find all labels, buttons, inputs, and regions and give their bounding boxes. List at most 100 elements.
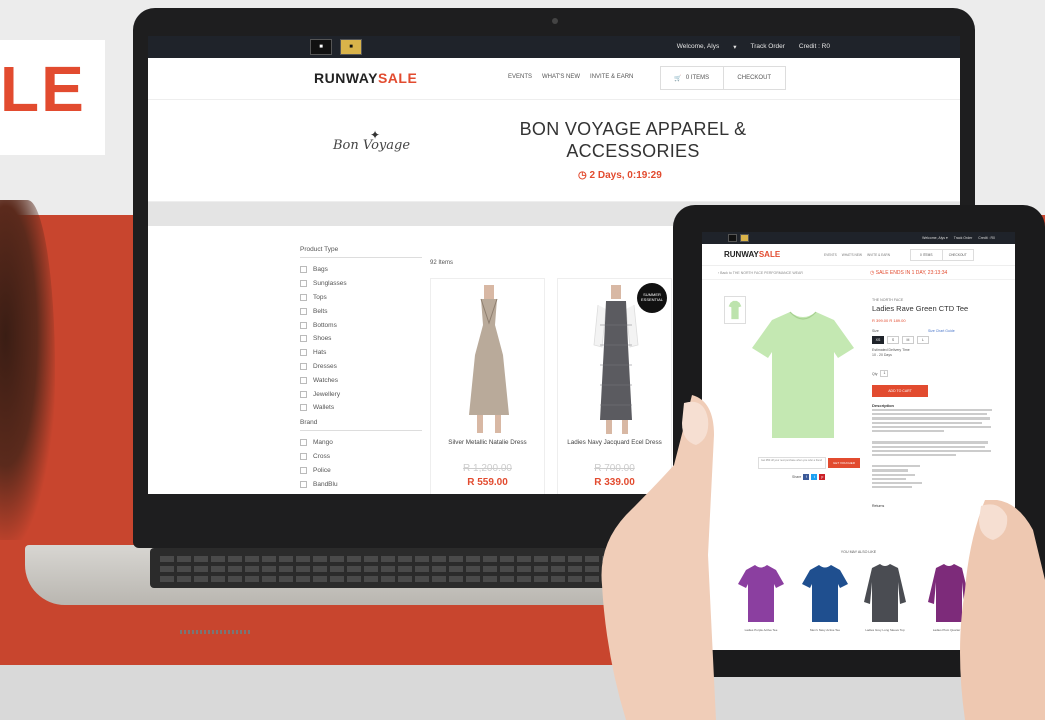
tablet-app-icon-1[interactable]: [728, 234, 737, 242]
checkbox[interactable]: [300, 321, 307, 329]
also-like-name[interactable]: Men's Navy Active Tee: [794, 628, 856, 632]
filter-panel: Product Type Bags Sunglasses Tops Belts Bott…: [300, 246, 422, 491]
product-type-label: Hats: [313, 349, 327, 357]
product-type-label: Sunglasses: [313, 280, 347, 288]
product-type-item[interactable]: Jewellery: [300, 387, 422, 401]
product-type-item[interactable]: Shoes: [300, 332, 422, 346]
tablet-checkout-button[interactable]: CHECKOUT: [943, 250, 974, 260]
also-like-name[interactable]: Ladies Purple Active Tee: [730, 628, 792, 632]
tablet-size-options: XS S M L: [872, 336, 929, 344]
also-like-name[interactable]: Ladies Grey Long Sleeve Top: [854, 628, 916, 632]
tablet-add-to-cart-button[interactable]: ADD TO CART: [872, 385, 928, 397]
topbar-account-links: Welcome, Alys ▾ Track Order Credit : R0: [677, 43, 830, 51]
tablet-product-title: Ladies Rave Green CTD Tee: [872, 304, 969, 313]
brand-item[interactable]: Cross: [300, 450, 422, 464]
nav-invite-earn[interactable]: INVITE & EARN: [590, 74, 633, 80]
product-type-item[interactable]: Wallets: [300, 401, 422, 415]
pinterest-icon[interactable]: p: [819, 474, 826, 480]
tablet-site-logo[interactable]: RUNWAYSALE: [724, 250, 780, 259]
tablet-header: RUNWAYSALE EVENTS WHAT'S NEW INVITE & EA…: [702, 244, 1015, 266]
brand-item[interactable]: BandBlu: [300, 477, 422, 491]
facebook-icon[interactable]: f: [803, 474, 810, 480]
product-card[interactable]: Silver Metallic Natalie Dress R 1,200.00…: [430, 278, 545, 494]
product-image-silver-dress[interactable]: [449, 285, 529, 435]
product-type-item[interactable]: Tops: [300, 291, 422, 305]
size-option[interactable]: XS: [872, 336, 884, 344]
site-topbar: ■ ■ Welcome, Alys ▾ Track Order Credit :…: [148, 36, 960, 58]
also-like-image[interactable]: [854, 562, 916, 626]
sale-banner-text: LE: [0, 53, 86, 125]
brand-heading: Brand: [300, 419, 422, 431]
tablet-nav-invite-earn[interactable]: INVITE & EARN: [867, 253, 890, 257]
laptop-speaker: [180, 630, 250, 634]
size-option[interactable]: L: [917, 336, 929, 344]
tablet-breadcrumb[interactable]: ‹ Back to THE NORTH FACE PERFORMANCE WEA…: [718, 271, 803, 275]
product-type-item[interactable]: Watches: [300, 373, 422, 387]
checkbox[interactable]: [300, 452, 307, 460]
brand-label: Mango: [313, 439, 333, 447]
tablet-nav-whats-new[interactable]: WHAT'S NEW: [842, 253, 862, 257]
tablet-logo-part-2: SALE: [758, 250, 781, 259]
tablet-cart-button[interactable]: 0 ITEMS: [911, 250, 943, 260]
brand-item[interactable]: Mango: [300, 436, 422, 450]
checkout-button[interactable]: CHECKOUT: [724, 67, 786, 89]
checkbox[interactable]: [300, 390, 307, 398]
tablet-sale-countdown: ◷ SALE ENDS IN 1 DAY, 23:13:34: [870, 270, 948, 276]
checkbox[interactable]: [300, 266, 307, 274]
tablet-welcome-menu[interactable]: Welcome, Alys ▾: [922, 236, 948, 240]
app-icon-2[interactable]: ■: [340, 39, 362, 55]
checkbox[interactable]: [300, 362, 307, 370]
tablet-referral-offer: Get R50 off your next purchase when you …: [758, 457, 826, 469]
also-like-card[interactable]: Ladies Grey Long Sleeve Top: [854, 562, 916, 642]
track-order-link[interactable]: Track Order: [750, 43, 784, 51]
tablet-track-order-link[interactable]: Track Order: [954, 236, 973, 240]
product-type-item[interactable]: Sunglasses: [300, 277, 422, 291]
also-like-card[interactable]: Ladies Purple Active Tee: [730, 562, 792, 642]
product-name[interactable]: Silver Metallic Natalie Dress: [435, 439, 540, 446]
brand-item[interactable]: Police: [300, 463, 422, 477]
size-option[interactable]: S: [887, 336, 899, 344]
site-logo[interactable]: RUNWAYSALE: [314, 70, 417, 86]
share-label: Share: [792, 475, 802, 479]
checkbox[interactable]: [300, 280, 307, 288]
size-option[interactable]: M: [902, 336, 914, 344]
dropdown-arrow-icon[interactable]: ▾: [733, 43, 736, 51]
product-type-item[interactable]: Hats: [300, 346, 422, 360]
welcome-menu[interactable]: Welcome, Alys: [677, 43, 720, 51]
cart-button[interactable]: 🛒 0 ITEMS: [661, 67, 724, 89]
tablet-credit-label: Credit : R0: [978, 236, 995, 240]
nav-events[interactable]: EVENTS: [508, 74, 532, 80]
checkbox[interactable]: [300, 404, 307, 412]
tablet-product-main-image[interactable]: [738, 300, 868, 450]
product-type-item[interactable]: Dresses: [300, 360, 422, 374]
also-like-image[interactable]: [794, 562, 856, 626]
tablet-app-icon-2[interactable]: [740, 234, 749, 242]
qty-input[interactable]: 1: [880, 370, 889, 377]
checkbox[interactable]: [300, 293, 307, 301]
product-type-item[interactable]: Belts: [300, 304, 422, 318]
app-icon-1[interactable]: ■: [310, 39, 332, 55]
checkbox[interactable]: [300, 480, 307, 488]
checkbox[interactable]: [300, 439, 307, 447]
product-type-item[interactable]: Bags: [300, 263, 422, 277]
tablet-description-text: [872, 409, 992, 490]
model-hair: [0, 200, 55, 540]
tablet-get-voucher-button[interactable]: GET VOUCHER: [828, 458, 860, 468]
checkbox[interactable]: [300, 376, 307, 384]
also-like-card[interactable]: Men's Navy Active Tee: [794, 562, 856, 642]
checkbox[interactable]: [300, 349, 307, 357]
product-type-label: Bottoms: [313, 321, 337, 329]
checkbox[interactable]: [300, 335, 307, 343]
checkbox[interactable]: [300, 307, 307, 315]
also-like-image[interactable]: [730, 562, 792, 626]
tablet-nav-events[interactable]: EVENTS: [824, 253, 837, 257]
tablet-product-brand: THE NORTH FACE: [872, 298, 904, 302]
right-hand: [960, 500, 1045, 720]
nav-whats-new[interactable]: WHAT'S NEW: [542, 74, 580, 80]
summer-essential-badge: SUMMER ESSENTIAL: [637, 283, 667, 313]
checkbox[interactable]: [300, 466, 307, 474]
delivery-value: 10 - 20 Days: [872, 353, 892, 357]
twitter-icon[interactable]: t: [811, 474, 818, 480]
tablet-size-guide-link[interactable]: Size Chart Guide: [928, 329, 955, 333]
product-type-item[interactable]: Bottoms: [300, 318, 422, 332]
